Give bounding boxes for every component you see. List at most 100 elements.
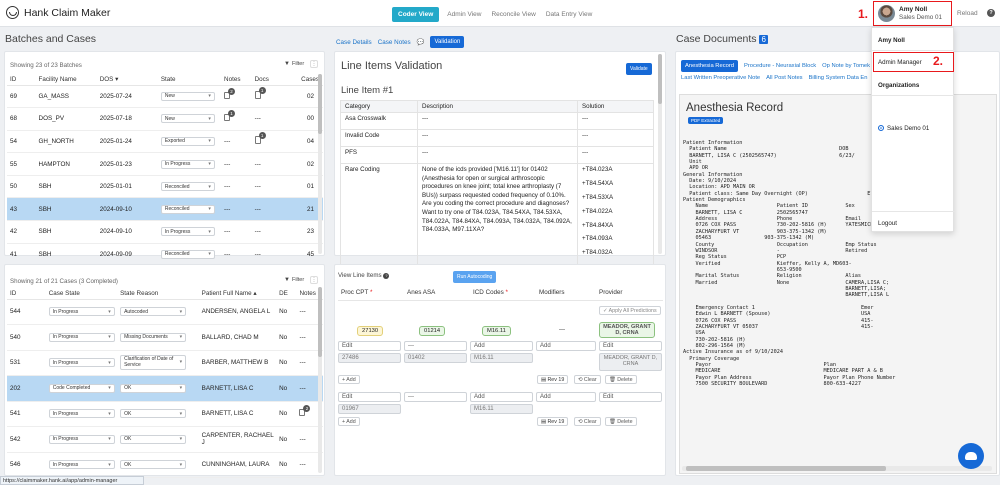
state-select[interactable]: In Progress xyxy=(160,159,215,169)
more-icon[interactable]: ⋮ xyxy=(310,276,318,284)
table-row[interactable]: 68 DOS_PV 2025-07-18 New 1 --- 00 xyxy=(7,107,323,131)
edit-provider-button[interactable]: Edit xyxy=(599,341,662,351)
icd-input[interactable]: M16.11 xyxy=(470,353,533,363)
apply-all-predictions-button[interactable]: ✓ Apply All Predictions xyxy=(599,306,661,315)
asa-input[interactable]: 01967 xyxy=(338,404,401,414)
solution-code[interactable]: +T84.022A xyxy=(582,208,649,217)
pred-icd[interactable]: M16.11 xyxy=(482,326,511,336)
table-row[interactable]: 542 In Progress OK CARPENTER, RACHAEL J … xyxy=(7,426,323,453)
rev-button[interactable]: ▤ Rev 19 xyxy=(537,417,569,426)
case-state-select[interactable]: In Progress xyxy=(48,460,115,470)
note-icon[interactable]: 1 xyxy=(224,110,236,122)
case-state-select[interactable]: In Progress xyxy=(48,434,115,444)
assistant-bot-icon[interactable] xyxy=(958,443,984,469)
delete-button[interactable]: 🗑 Delete xyxy=(605,417,637,426)
doc-tab-preop-note[interactable]: Last Written Preoperative Note xyxy=(681,75,760,81)
reload-button[interactable]: Reload xyxy=(957,10,978,17)
solution-code[interactable]: +T84.53XA xyxy=(582,194,649,203)
col-case-state[interactable]: Case State xyxy=(45,289,118,300)
case-state-select[interactable]: In Progress xyxy=(48,332,115,342)
document-icon[interactable]: 1 xyxy=(254,87,266,100)
col-state-reason[interactable]: State Reason xyxy=(117,289,199,300)
solution-code[interactable]: +T84.84XA xyxy=(582,222,649,231)
col-docs[interactable]: Docs xyxy=(251,75,283,86)
tab-data-entry-view[interactable]: Data Entry View xyxy=(544,8,594,21)
note-icon[interactable]: 2 xyxy=(224,87,236,99)
state-reason-select[interactable]: OK xyxy=(120,434,187,444)
solution-code[interactable]: +T84.093A xyxy=(582,235,649,244)
add-icd-button[interactable]: Add xyxy=(470,341,533,351)
doc-tab-post-notes[interactable]: All Post Notes xyxy=(766,75,802,81)
tab-validation[interactable]: Validation xyxy=(430,36,465,48)
tab-case-notes[interactable]: Case Notes xyxy=(378,39,411,46)
user-menu-button[interactable]: Amy Noll Sales Demo 01 xyxy=(873,1,952,26)
add-icd-button[interactable]: Add xyxy=(470,392,533,402)
col-dos[interactable]: DOS ▾ xyxy=(96,75,158,86)
rev-button[interactable]: ▤ Rev 19 xyxy=(537,375,569,384)
add-modifier-button[interactable]: Add xyxy=(536,341,596,351)
table-row[interactable]: 50 SBH 2025-01-01 Reconciled --- --- 01 xyxy=(7,175,323,199)
run-autocoding-button[interactable]: Run Autocoding xyxy=(453,271,497,283)
scrollbar-thumb[interactable] xyxy=(318,287,322,357)
table-row[interactable]: 531 In Progress Clarification of Date of… xyxy=(7,350,323,376)
state-reason-select[interactable]: Missing Documents xyxy=(120,332,187,342)
case-state-select[interactable]: In Progress xyxy=(48,409,115,419)
horizontal-scrollbar[interactable] xyxy=(682,466,992,471)
state-reason-select[interactable]: OK xyxy=(120,409,187,419)
state-select[interactable]: Exported xyxy=(160,136,215,146)
state-select[interactable]: New xyxy=(160,114,215,124)
clear-button[interactable]: ⟲ Clear xyxy=(574,417,601,426)
table-row[interactable]: 41 SBH 2024-09-09 Reconciled --- --- 45 xyxy=(7,243,323,267)
add-line-button[interactable]: + Add xyxy=(338,417,360,426)
scrollbar[interactable] xyxy=(318,74,322,254)
more-icon[interactable]: ⋮ xyxy=(310,60,318,68)
scrollbar-thumb[interactable] xyxy=(658,54,662,104)
pred-asa[interactable]: 01214 xyxy=(419,326,446,336)
scrollbar-thumb[interactable] xyxy=(686,466,886,471)
menu-logout[interactable]: Logout xyxy=(878,220,897,227)
case-state-select[interactable]: In Progress xyxy=(48,307,115,317)
pred-cpt[interactable]: 27130 xyxy=(357,326,384,336)
table-row[interactable]: 55 HAMPTON 2025-01-23 In Progress --- --… xyxy=(7,152,323,176)
chat-icon[interactable]: 💬 xyxy=(417,38,425,46)
solution-code[interactable]: +T84.54XA xyxy=(582,180,649,189)
table-row[interactable]: 42 SBH 2024-09-10 In Progress --- --- 23 xyxy=(7,220,323,244)
edit-provider-button[interactable]: Edit xyxy=(599,392,662,402)
table-row[interactable]: 202 Code Completed OK BARNETT, LISA C No… xyxy=(7,375,323,402)
doc-tab-anesthesia-record[interactable]: Anesthesia Record xyxy=(681,60,738,72)
menu-org-option[interactable]: Sales Demo 01 xyxy=(878,125,929,132)
table-row[interactable]: 541 In Progress OK BARNETT, LISA C No 2 xyxy=(7,401,323,427)
state-reason-select[interactable]: Autocoded xyxy=(120,307,187,317)
state-reason-select[interactable]: OK xyxy=(120,460,187,470)
scrollbar[interactable] xyxy=(318,287,322,473)
validate-button[interactable]: Validate xyxy=(626,63,652,75)
edit-cpt-button[interactable]: Edit xyxy=(338,341,401,351)
col-de[interactable]: DE xyxy=(276,289,297,300)
asa-input[interactable]: 01402 xyxy=(404,353,467,363)
col-id[interactable]: ID xyxy=(7,289,46,300)
help-icon[interactable]: ? xyxy=(987,9,995,17)
document-icon[interactable]: 1 xyxy=(254,132,266,145)
col-state[interactable]: State xyxy=(157,75,222,86)
provider-input[interactable]: MEADOR, GRANT D, CRNA xyxy=(599,353,662,371)
icd-input[interactable]: M16.11 xyxy=(470,404,533,414)
state-select[interactable]: Reconciled xyxy=(160,182,215,192)
tab-case-details[interactable]: Case Details xyxy=(336,39,372,46)
doc-tab-neuraxial-block[interactable]: Procedure - Neuraxial Block xyxy=(744,60,816,72)
cpt-input[interactable]: 27486 xyxy=(338,353,401,363)
solution-code[interactable]: +T84.023A xyxy=(582,166,649,175)
menu-admin-manager[interactable]: Admin Manager xyxy=(878,59,922,66)
scrollbar-thumb[interactable] xyxy=(318,74,322,134)
state-select[interactable]: New xyxy=(160,91,215,101)
col-id[interactable]: ID xyxy=(7,75,36,86)
doc-tab-op-note[interactable]: Op Note by Tomek xyxy=(822,60,870,72)
col-patient-name[interactable]: Patient Full Name ▴ xyxy=(198,289,277,300)
table-row[interactable]: 546 In Progress OK CUNNINGHAM, LAURA No … xyxy=(7,452,323,478)
filter-button[interactable]: ▼ Filter xyxy=(284,277,304,283)
state-reason-select[interactable]: OK xyxy=(120,383,187,393)
clear-button[interactable]: ⟲ Clear xyxy=(574,375,601,384)
table-row[interactable]: 544 In Progress Autocoded ANDERSEN, ANGE… xyxy=(7,299,323,325)
state-select[interactable]: In Progress xyxy=(160,227,215,237)
state-select[interactable]: Reconciled xyxy=(160,204,215,214)
table-row[interactable]: 54 GH_NORTH 2025-01-24 Exported --- 1 04 xyxy=(7,130,323,154)
